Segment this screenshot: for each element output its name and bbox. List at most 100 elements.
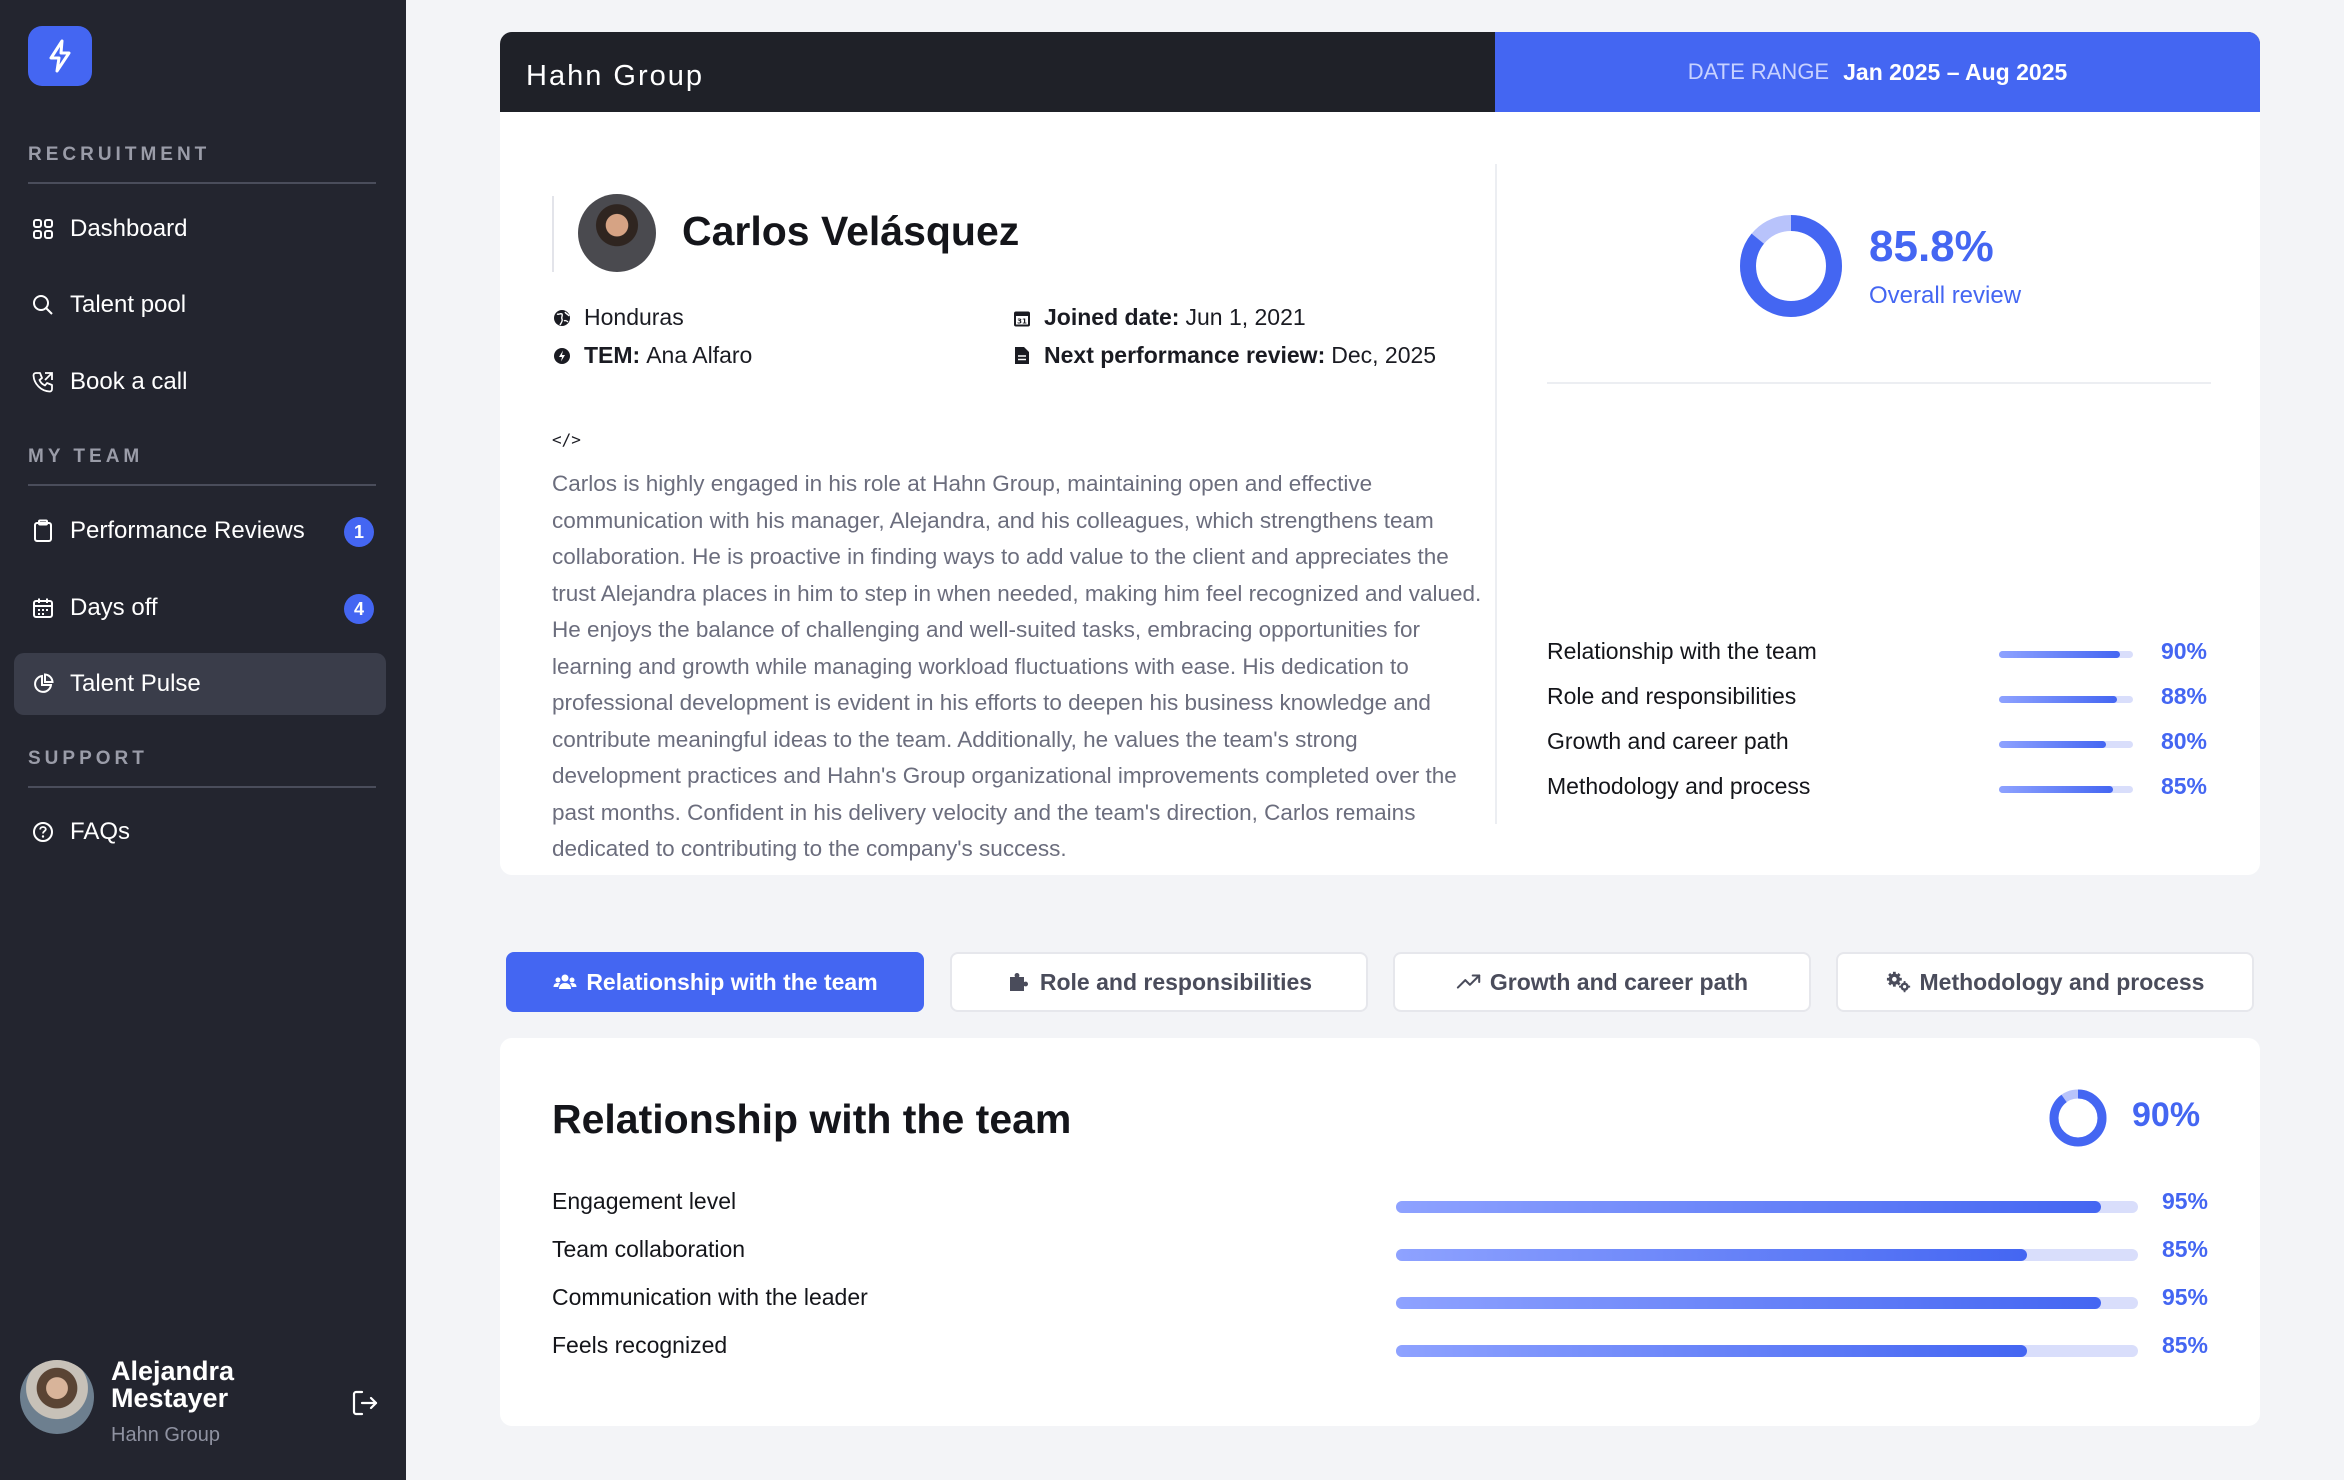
country-value: Honduras (584, 304, 684, 330)
category-progress-track (1999, 696, 2133, 703)
metric-row: Communication with the leader 95% (552, 1284, 2208, 1316)
next-review-info: Next performance review: Dec, 2025 (1012, 342, 1436, 369)
sidebar-item-label: FAQs (70, 818, 131, 845)
category-score-donut (2049, 1089, 2107, 1147)
sidebar-item-book-a-call[interactable]: Book a call (14, 351, 386, 413)
sidebar-item-performance-reviews[interactable]: Performance Reviews 1 (14, 500, 386, 562)
section-divider (28, 484, 376, 486)
code-icon: </> (552, 430, 581, 449)
help-circle-icon (30, 819, 56, 845)
category-progress-fill (1999, 651, 2120, 658)
category-detail-card: Relationship with the team 90% Engagemen… (500, 1038, 2260, 1426)
metric-progress-fill (1396, 1201, 2101, 1213)
sidebar-item-label: Days off (70, 594, 158, 621)
next-review-label: Next performance review: (1044, 342, 1326, 368)
date-range-value: Jan 2025 – Aug 2025 (1843, 58, 2068, 85)
sidebar-item-days-off[interactable]: Days off 4 (14, 577, 386, 639)
employee-name: Carlos Velásquez (682, 208, 1020, 254)
sidebar-item-label: Dashboard (70, 215, 188, 242)
profile-section: Carlos Velásquez Honduras TEM: Ana Alfar… (500, 112, 1495, 875)
score-divider (1547, 382, 2211, 384)
metric-progress-fill (1396, 1345, 2027, 1357)
document-icon (1012, 346, 1032, 366)
card-header: Hahn Group DATE RANGE Jan 2025 – Aug 202… (500, 32, 2260, 112)
sidebar-item-label: Performance Reviews (70, 517, 305, 544)
metric-progress-track (1396, 1249, 2138, 1261)
puzzle-icon (1006, 970, 1032, 994)
category-progress-fill (1999, 696, 2117, 703)
category-progress-fill (1999, 741, 2107, 748)
globe-icon (552, 308, 572, 328)
tab-label: Growth and career path (1489, 968, 1749, 995)
company-name: Hahn Group (526, 60, 704, 92)
calendar-icon: 31 (1012, 308, 1032, 328)
sidebar-item-faqs[interactable]: FAQs (14, 801, 386, 863)
section-divider (28, 182, 376, 184)
sidebar-item-dashboard[interactable]: Dashboard (14, 198, 386, 260)
category-score: 80% (2160, 728, 2207, 754)
notification-badge: 1 (344, 517, 374, 547)
category-score: 85% (2160, 773, 2207, 799)
app-logo[interactable] (28, 26, 92, 86)
metric-label: Engagement level (552, 1188, 737, 1214)
sidebar-item-talent-pool[interactable]: Talent pool (14, 274, 386, 336)
profile-divider (552, 196, 554, 272)
user-name: Alejandra Mestayer (111, 1356, 235, 1413)
grid-icon (30, 216, 56, 242)
tab-growth-and-career-path[interactable]: Growth and career path (1393, 952, 1811, 1012)
metric-progress-track (1396, 1345, 2138, 1357)
employee-review-card: Hahn Group DATE RANGE Jan 2025 – Aug 202… (500, 32, 2260, 875)
metric-label: Feels recognized (552, 1332, 728, 1358)
gears-icon (1886, 970, 1912, 994)
metric-row: Team collaboration 85% (552, 1236, 2208, 1268)
metric-score: 85% (2161, 1332, 2208, 1358)
lightning-icon (49, 39, 71, 73)
category-score-row: Growth and career path 80% (1547, 728, 2207, 758)
users-icon (552, 970, 578, 994)
sidebar-item-label: Talent pool (70, 291, 187, 318)
avatar (20, 1360, 94, 1434)
tab-role-and-responsibilities[interactable]: Role and responsibilities (950, 952, 1368, 1012)
phone-icon (30, 369, 56, 395)
tab-relationship-with-the-team[interactable]: Relationship with the team (506, 952, 924, 1012)
section-label-recruitment: RECRUITMENT (28, 144, 211, 165)
next-review-value: Dec, 2025 (1331, 342, 1437, 368)
notification-badge: 4 (344, 594, 374, 624)
joined-date-label: Joined date: (1044, 304, 1180, 330)
avatar (578, 194, 656, 272)
tab-label: Role and responsibilities (1039, 968, 1313, 995)
category-score-row: Role and responsibilities 88% (1547, 683, 2207, 713)
clipboard-icon (30, 518, 56, 544)
sidebar-item-talent-pulse[interactable]: Talent Pulse (14, 653, 386, 715)
section-label-my-team: MY TEAM (28, 446, 144, 467)
category-label: Relationship with the team (1547, 638, 1817, 664)
overall-score-donut (1740, 215, 1842, 317)
info-circle-icon (552, 346, 572, 366)
section-label-support: SUPPORT (28, 748, 148, 769)
metric-row: Engagement level 95% (552, 1188, 2208, 1220)
tem-info: TEM: Ana Alfaro (552, 342, 752, 369)
date-range-selector[interactable]: DATE RANGE Jan 2025 – Aug 2025 (1495, 32, 2260, 112)
tab-label: Relationship with the team (586, 968, 878, 995)
category-progress-track (1999, 786, 2133, 793)
metric-score: 95% (2161, 1284, 2208, 1310)
metric-row: Feels recognized 85% (552, 1332, 2208, 1364)
trending-up-icon (1456, 970, 1482, 994)
overall-score-label: Overall review (1869, 282, 2022, 309)
sidebar-item-label: Talent Pulse (70, 670, 201, 697)
metric-label: Team collaboration (552, 1236, 746, 1262)
category-detail-score: 90% (2132, 1096, 2201, 1134)
tab-methodology-and-process[interactable]: Methodology and process (1836, 952, 2254, 1012)
overall-score-value: 85.8% (1869, 222, 1994, 271)
metric-progress-track (1396, 1297, 2138, 1309)
metric-label: Communication with the leader (552, 1284, 868, 1310)
category-score-row: Relationship with the team 90% (1547, 638, 2207, 668)
logout-icon[interactable] (350, 1388, 380, 1418)
performance-summary: Carlos is highly engaged in his role at … (552, 471, 1482, 861)
metric-progress-fill (1396, 1249, 2027, 1261)
tem-label: TEM: (584, 342, 641, 368)
metric-progress-track (1396, 1201, 2138, 1213)
score-section: 85.8% Overall review Relationship with t… (1497, 112, 2260, 875)
category-score-row: Methodology and process 85% (1547, 773, 2207, 803)
category-label: Growth and career path (1547, 728, 1789, 754)
